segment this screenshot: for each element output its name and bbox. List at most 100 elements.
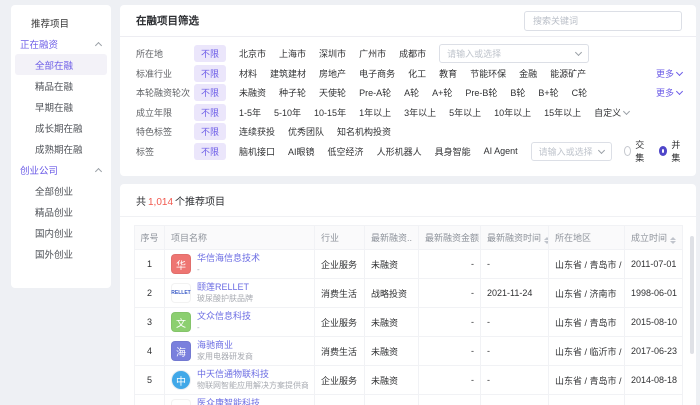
sidebar-item-recommended[interactable]: 推荐项目 (11, 12, 111, 33)
sidebar-item-featured-startups[interactable]: 精品创业 (15, 201, 107, 222)
table-row[interactable]: 6 医众康 医众康智能科技 24小时智能便民租赁服务平台 医疗健康 (134, 394, 683, 405)
cell-location: 山东省 / 青岛市 / 市... (548, 365, 625, 395)
filter-option[interactable]: 1年以上 (359, 104, 391, 121)
filter-option[interactable]: 优秀团队 (288, 123, 324, 140)
filter-option[interactable]: 深圳市 (319, 45, 346, 62)
filter-panel: 在融项目筛选 所在地 不限北京市上海市深圳市广州市成都市 请输入或选择 标准行业… (120, 5, 696, 176)
filter-option[interactable]: 化工 (408, 65, 426, 82)
filter-option[interactable]: 不限 (194, 142, 227, 160)
filter-option[interactable]: 节能环保 (470, 65, 506, 82)
radio-union[interactable]: 并集 (658, 138, 682, 164)
filter-option[interactable]: A+轮 (432, 84, 452, 101)
filter-option[interactable]: 不限 (194, 45, 227, 63)
sidebar-item-label: 成长期在融 (35, 123, 83, 135)
filter-option[interactable]: B轮 (510, 84, 525, 101)
sidebar-group-startups[interactable]: 创业公司 (11, 159, 111, 180)
filter-option[interactable]: 人形机器人 (377, 143, 422, 160)
cell-founded: 2011-07-01 (624, 249, 683, 279)
sidebar-item-mature-financing[interactable]: 成熟期在融 (15, 138, 107, 159)
table-row[interactable]: 1 华 华信海信息技术 - 企业服务 未融资 - - 山东省 / 青岛市 / 2… (134, 249, 683, 279)
filter-option[interactable]: 教育 (439, 65, 457, 82)
sidebar-item-early-financing[interactable]: 早期在融 (15, 96, 107, 117)
table-row[interactable]: 2 RELLET 颐莲RELLET 玻尿酸护肤品牌 消费生活 战略投资 - 20… (134, 278, 683, 308)
row-index: 2 (134, 278, 165, 308)
filter-option[interactable]: C轮 (572, 84, 588, 101)
col-latest-amount[interactable]: 最新融资金额 (418, 225, 481, 250)
table-row[interactable]: 4 海 海驰商业 家用电器研发商 消费生活 未融资 - - 山东省 / 临沂市 … (134, 336, 683, 366)
filter-option[interactable]: 连续获投 (239, 123, 275, 140)
col-latest-time[interactable]: 最新融资时间 (480, 225, 549, 250)
filter-option[interactable]: 不限 (194, 123, 227, 141)
project-name-link[interactable]: 华信海信息技术 (197, 253, 260, 264)
filter-option[interactable]: 未融资 (239, 84, 266, 101)
sort-icon[interactable] (670, 237, 677, 244)
filter-option[interactable]: Pre-B轮 (465, 84, 497, 101)
sidebar-item-featured-financing[interactable]: 精品在融 (15, 75, 107, 96)
filter-option[interactable]: 不限 (194, 84, 227, 102)
filter-option[interactable]: 低空经济 (328, 143, 364, 160)
table-row[interactable]: 5 中 中天信通物联科技 物联网智能应用解决方案提供商 企业服务 未融资 - -… (134, 365, 683, 395)
filter-option[interactable]: 3年以上 (404, 104, 436, 121)
radio-intersection[interactable]: 交集 (623, 138, 647, 164)
filter-option[interactable]: 成都市 (399, 45, 426, 62)
filter-option[interactable]: AI眼镜 (288, 143, 315, 160)
filter-option[interactable]: A轮 (404, 84, 419, 101)
tags-select[interactable]: 请输入或选择 (530, 141, 612, 161)
filter-option[interactable]: 5-10年 (274, 104, 301, 121)
project-avatar: 华 (171, 254, 191, 274)
filter-option[interactable]: 种子轮 (279, 84, 306, 101)
filter-option[interactable]: 建筑建材 (270, 65, 306, 82)
project-name-link[interactable]: 中天信通物联科技 (197, 369, 308, 380)
filter-option[interactable]: 能源矿产 (550, 65, 586, 82)
filter-option[interactable]: 5年以上 (449, 104, 481, 121)
row-index: 1 (134, 249, 165, 279)
filter-option[interactable]: 北京市 (239, 45, 266, 62)
results-count-number: 1,014 (148, 197, 174, 208)
project-name-link[interactable]: 文众信息科技 (197, 311, 251, 322)
project-name-link[interactable]: 医众康智能科技 (197, 398, 302, 405)
sidebar-group-label: 正在融资 (20, 39, 59, 51)
filter-option[interactable]: Pre-A轮 (359, 84, 391, 101)
radio-label: 交集 (635, 140, 645, 164)
filter-option[interactable]: 1-5年 (239, 104, 261, 121)
row-index: 4 (134, 336, 165, 366)
filter-label: 成立年限 (136, 107, 173, 118)
location-select[interactable]: 请输入或选择 (439, 44, 590, 64)
filter-option[interactable]: 金融 (519, 65, 537, 82)
project-name-link[interactable]: 颐莲RELLET (197, 282, 253, 293)
filter-option[interactable]: 广州市 (359, 45, 386, 62)
filter-option[interactable]: 脑机接口 (239, 143, 275, 160)
cell-location: 山东省 / 青岛市 (548, 307, 625, 337)
project-name-link[interactable]: 海驰商业 (197, 340, 253, 351)
sidebar-item-all-financing[interactable]: 全部在融 (15, 54, 107, 75)
filter-option[interactable]: 不限 (194, 103, 227, 121)
round-more-button[interactable]: 更多 (656, 86, 684, 99)
filter-option[interactable]: 房地产 (319, 65, 346, 82)
sidebar-item-domestic-startups[interactable]: 国内创业 (15, 222, 107, 243)
filter-option[interactable]: 10-15年 (314, 104, 346, 121)
filter-option[interactable]: 上海市 (279, 45, 306, 62)
filter-option[interactable]: B+轮 (538, 84, 558, 101)
filter-option[interactable]: 不限 (194, 64, 227, 82)
row-index: 6 (134, 394, 165, 405)
filter-option[interactable]: AI Agent (484, 144, 518, 158)
filter-option[interactable]: 10年以上 (494, 104, 531, 121)
filter-option[interactable]: 天使轮 (319, 84, 346, 101)
filter-option[interactable]: 知名机构投资 (337, 123, 391, 140)
filter-option[interactable]: 电子商务 (359, 65, 395, 82)
sidebar-item-growth-financing[interactable]: 成长期在融 (15, 117, 107, 138)
search-input[interactable] (524, 10, 682, 31)
custom-age-button[interactable]: 自定义 (594, 106, 631, 119)
sidebar-group-financing[interactable]: 正在融资 (11, 33, 111, 54)
project-avatar: 海 (171, 341, 191, 361)
table-scrollbar[interactable] (690, 236, 694, 354)
col-founded[interactable]: 成立时间 (624, 225, 683, 250)
industry-more-button[interactable]: 更多 (656, 67, 684, 80)
filter-option[interactable]: 15年以上 (544, 104, 581, 121)
sort-icon[interactable] (544, 237, 548, 244)
sidebar-item-all-startups[interactable]: 全部创业 (15, 180, 107, 201)
table-row[interactable]: 3 文 文众信息科技 - 企业服务 未融资 - - 山东省 / 青岛市 2015… (134, 307, 683, 337)
filter-option[interactable]: 具身智能 (435, 143, 471, 160)
filter-option[interactable]: 材料 (239, 65, 257, 82)
sidebar-item-overseas-startups[interactable]: 国外创业 (15, 243, 107, 264)
